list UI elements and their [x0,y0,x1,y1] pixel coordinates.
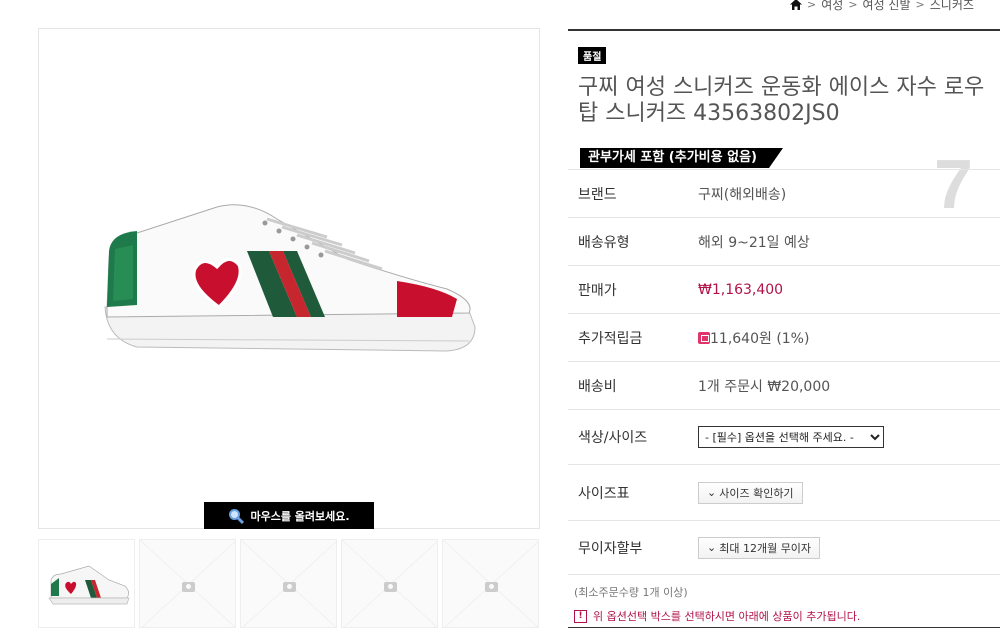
thumbnail-placeholder[interactable] [341,539,438,628]
option-select[interactable]: - [필수] 옵션을 선택해 주세요. - [698,426,884,448]
chevron-down-icon: ⌄ [707,486,717,499]
zoom-hint-text: 마우스를 올려보세요. [250,509,350,523]
divider [568,574,1000,575]
chevron-right-icon: > [915,0,925,11]
chevron-down-icon: ⌄ [707,541,717,554]
detail-row-price: 판매가 ₩1,163,400 [568,265,1000,313]
product-info-panel: 품절 구찌 여성 스니커즈 운동화 에이스 자수 로우탑 스니커즈 435638… [568,29,1000,628]
soldout-badge: 품절 [578,47,607,64]
thumbnail-placeholder[interactable] [240,539,337,628]
shipping-fee-label: 배송비 [578,378,617,395]
tax-included-banner: 관부가세 포함 (추가비용 없음) [580,148,783,168]
product-detail-table: 브랜드 구찌(해외배송) 배송유형 해외 9~21일 예상 판매가 ₩1,163… [568,169,1000,575]
thumbnail-sneaker[interactable] [38,539,135,628]
size-check-button[interactable]: ⌄ 사이즈 확인하기 [698,481,803,504]
points-value-wrap: 11,640원 (1%) [698,328,809,348]
detail-row-size-chart: 사이즈표 ⌄ 사이즈 확인하기 [568,464,1000,520]
size-check-button-label: 사이즈 확인하기 [719,486,794,500]
price-value: ₩1,163,400 [698,281,784,298]
product-title: 구찌 여성 스니커즈 운동화 에이스 자수 로우탑 스니커즈 43563802J… [578,75,985,126]
brand-value: 구찌(해외배송) [698,186,787,203]
detail-row-shipping-type: 배송유형 해외 9~21일 예상 [568,217,1000,265]
camera-icon [485,582,498,592]
thumbnail-placeholder[interactable] [139,539,236,628]
installment-button-label: 최대 12개월 무이자 [719,541,812,555]
shipping-type-label: 배송유형 [578,234,630,251]
points-icon [698,331,710,344]
option-notice-text: 위 옵션선택 박스를 선택하시면 아래에 상품이 추가됩니다. [593,610,861,623]
camera-icon [182,582,195,592]
option-label: 색상/사이즈 [578,430,648,446]
thumbnail-placeholder[interactable] [442,539,539,628]
main-product-image[interactable] [38,28,540,529]
installment-label: 무이자할부 [578,540,643,557]
price-label: 판매가 [578,282,617,299]
detail-row-installment: 무이자할부 ⌄ 최대 12개월 무이자 [568,520,1000,574]
brand-label: 브랜드 [578,186,617,203]
camera-icon [384,582,397,592]
detail-row-shipping-fee: 배송비 1개 주문시 ₩20,000 [568,361,1000,409]
chevron-right-icon: > [848,0,858,11]
camera-icon [283,582,296,592]
sneaker-image [104,204,476,352]
detail-row-option: 색상/사이즈 - [필수] 옵션을 선택해 주세요. - [568,409,1000,464]
min-order-quantity: (최소주문수량 1개 이상) [574,586,688,599]
points-value: 11,640원 (1%) [710,330,810,347]
option-notice: ! 위 옵션선택 박스를 선택하시면 아래에 상품이 추가됩니다. [574,608,860,624]
detail-row-points: 추가적립금 11,640원 (1%) [568,313,1000,361]
breadcrumb-item-women-shoes[interactable]: 여성 신발 [863,0,911,13]
magnifier-icon [229,508,245,524]
thumbnail-list [38,539,540,628]
breadcrumb-item-sneakers[interactable]: 스니커즈 [930,0,974,13]
breadcrumb-item-women[interactable]: 여성 [821,0,843,13]
zoom-hint: 마우스를 올려보세요. [204,502,374,529]
installment-button[interactable]: ⌄ 최대 12개월 무이자 [698,536,821,559]
breadcrumb: > 여성 > 여성 신발 > 스니커즈 [790,0,990,13]
chevron-right-icon: > [807,0,817,11]
home-icon[interactable] [790,0,802,10]
points-label: 추가적립금 [578,330,643,347]
warning-icon: ! [574,609,587,623]
sneaker-thumbnail-image [48,565,130,605]
detail-row-brand: 브랜드 구찌(해외배송) [568,169,1000,217]
shipping-fee-value: 1개 주문시 ₩20,000 [698,378,831,395]
shipping-type-value: 해외 9~21일 예상 [698,234,810,251]
size-chart-label: 사이즈표 [578,485,630,502]
